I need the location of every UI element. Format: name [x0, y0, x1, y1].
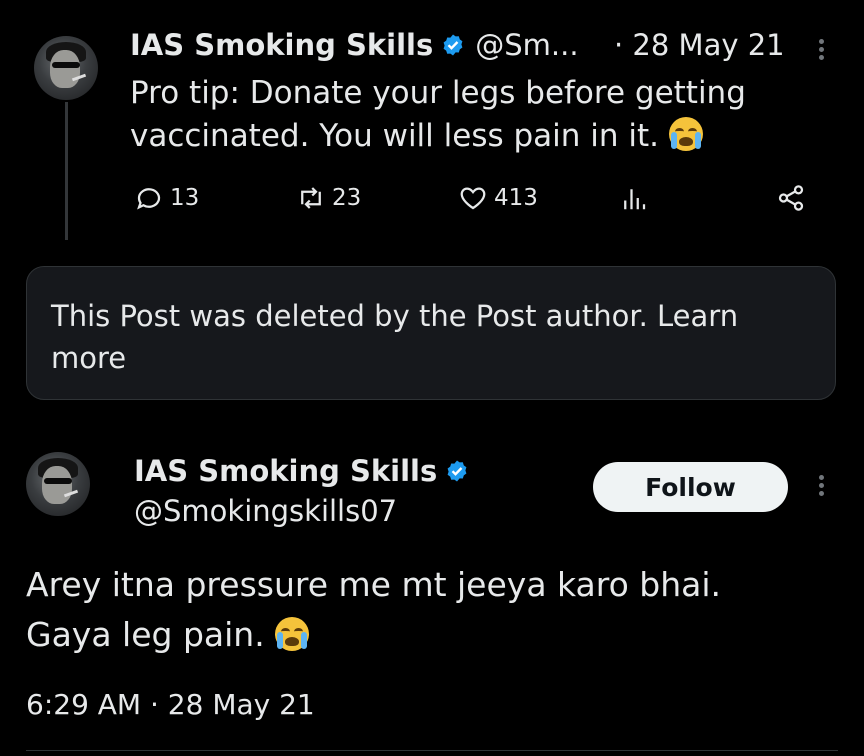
repost-count: 23 [332, 185, 362, 211]
author-handle[interactable]: @Smokingskills07 [134, 494, 397, 528]
crying-emoji-icon [668, 117, 703, 151]
crying-emoji-icon [275, 617, 310, 651]
views-action[interactable] [619, 183, 649, 213]
share-icon [778, 185, 804, 211]
verified-badge-icon[interactable] [441, 33, 465, 57]
share-action[interactable] [776, 183, 806, 213]
avatar[interactable] [26, 452, 90, 516]
deleted-post-notice: This Post was deleted by the Post author… [26, 266, 836, 400]
reply-header: IAS Smoking Skills @Sm... [130, 28, 579, 62]
divider [26, 750, 838, 751]
deleted-notice-text: This Post was deleted by the Post author… [51, 299, 648, 333]
reply-action[interactable]: 13 [134, 183, 199, 213]
author-handle[interactable]: @Sm... [475, 28, 578, 62]
repost-icon [301, 187, 321, 209]
tweet-timestamp[interactable]: 6:29 AM · 28 May 21 [26, 688, 315, 721]
thread-line [65, 102, 68, 240]
avatar[interactable] [34, 36, 98, 100]
reply-count: 13 [170, 185, 200, 211]
views-icon [624, 189, 646, 210]
main-author-row: IAS Smoking Skills [134, 454, 469, 488]
like-action[interactable]: 413 [458, 183, 538, 213]
tweet-date[interactable]: · 28 May 21 [614, 28, 785, 62]
reply-text: Pro tip: Donate your legs before getting… [130, 75, 746, 154]
repost-action[interactable]: 23 [296, 183, 361, 213]
author-name[interactable]: IAS Smoking Skills [130, 28, 433, 62]
author-name[interactable]: IAS Smoking Skills [134, 454, 437, 488]
main-tweet-text: Arey itna pressure me mt jeeya karo bhai… [26, 565, 722, 654]
follow-button[interactable]: Follow [593, 462, 788, 512]
like-count: 413 [494, 185, 538, 211]
verified-badge-icon[interactable] [445, 459, 469, 483]
reply-icon [137, 188, 161, 210]
more-options-icon[interactable] [816, 36, 826, 63]
more-options-icon[interactable] [816, 472, 826, 499]
heart-icon [460, 187, 486, 210]
